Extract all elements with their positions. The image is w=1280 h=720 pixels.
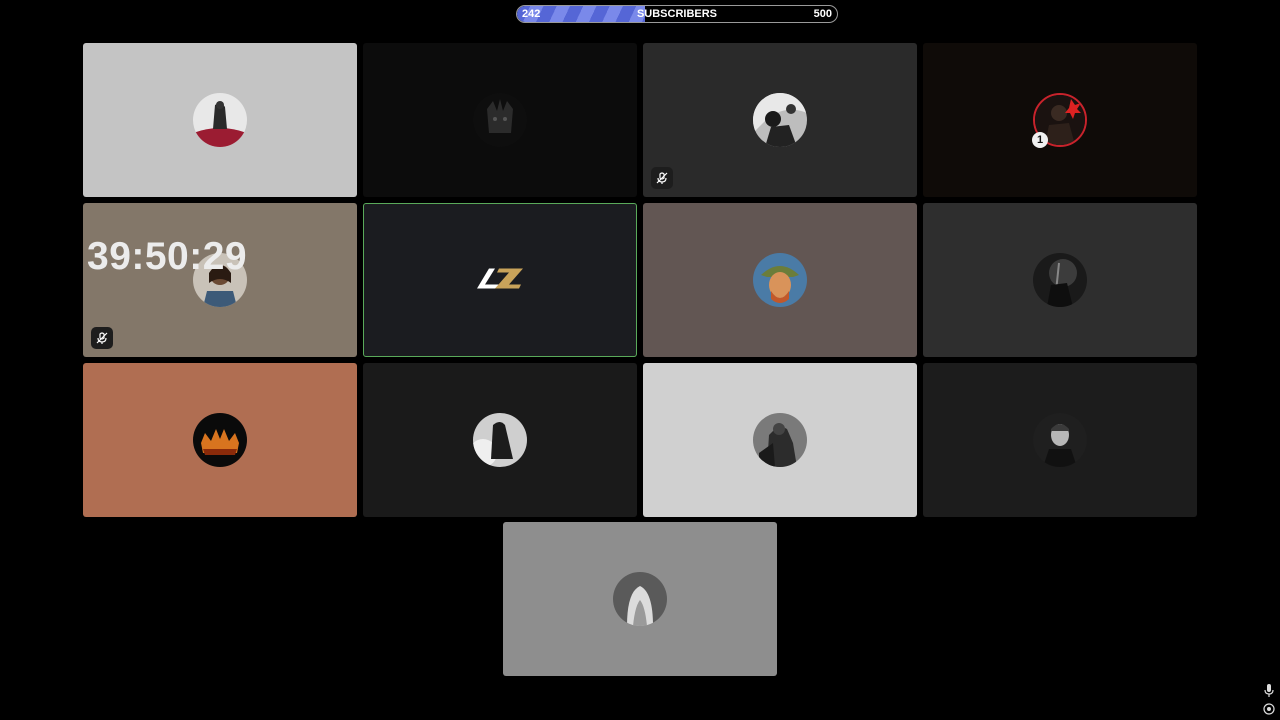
participant-tile-11[interactable] [643, 363, 917, 517]
participant-avatar [193, 93, 247, 147]
az-logo [475, 265, 525, 296]
progress-label: SUBSCRIBERS [636, 8, 718, 20]
participant-avatar [1033, 413, 1087, 467]
subscriber-progress-bar: 242 SUBSCRIBERS 500 [516, 5, 838, 23]
participant-avatar [473, 413, 527, 467]
participant-tile-8[interactable] [923, 203, 1197, 357]
progress-goal: 500 [813, 8, 832, 20]
participant-tile-1[interactable] [83, 43, 357, 197]
participant-tile-5[interactable]: 39:50:29 [83, 203, 357, 357]
participant-avatar [753, 93, 807, 147]
rank-badge: 1 [1032, 132, 1048, 148]
participant-avatar [753, 413, 807, 467]
participant-tile-12[interactable] [923, 363, 1197, 517]
participant-avatar [473, 93, 527, 147]
participant-tile-9[interactable] [83, 363, 357, 517]
mic-icon[interactable] [1262, 683, 1276, 697]
mic-off-icon[interactable] [91, 327, 113, 349]
participant-avatar [1033, 253, 1087, 307]
participant-tile-4[interactable]: 1 [923, 43, 1197, 197]
participant-tile-2[interactable] [363, 43, 637, 197]
participant-tile-3[interactable] [643, 43, 917, 197]
countdown-timer: 39:50:29 [87, 235, 248, 278]
participant-avatar [193, 413, 247, 467]
participant-tile-13[interactable] [503, 522, 777, 676]
target-icon[interactable] [1262, 702, 1276, 716]
participant-tile-10[interactable] [363, 363, 637, 517]
mic-off-icon[interactable] [651, 167, 673, 189]
participant-avatar [613, 572, 667, 626]
participant-tile-6[interactable] [363, 203, 637, 357]
participant-avatar [753, 253, 807, 307]
participant-tile-7[interactable] [643, 203, 917, 357]
